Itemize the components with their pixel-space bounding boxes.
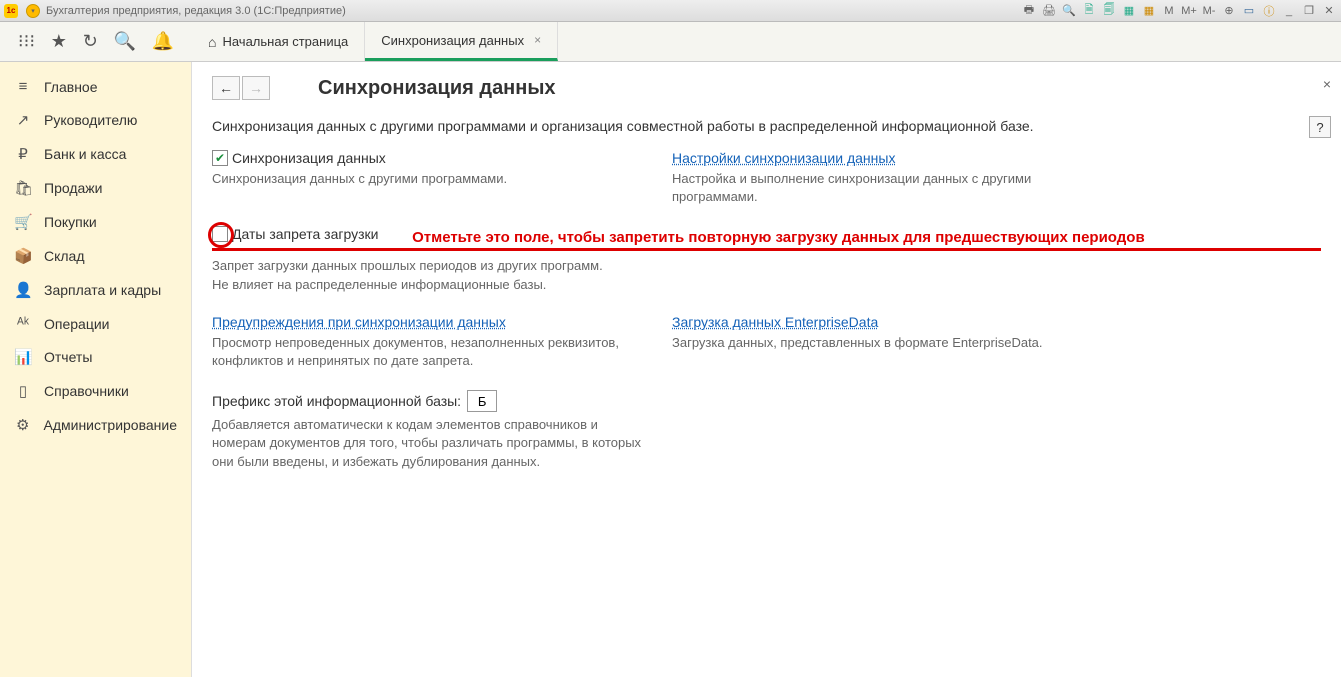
print2-icon[interactable]: 🖨 — [1041, 3, 1057, 19]
bell-icon[interactable]: 🔔 — [152, 31, 174, 52]
history-icon[interactable]: ↻ — [83, 31, 98, 52]
sidebar-item-catalogs[interactable]: ▯Справочники — [0, 374, 191, 408]
titlebar-icons: 🖶 🖨 🔍 🗎 🗐 ▦ ▦ M M+ M- ⊕ ▭ ⓘ _ ❐ ✕ — [1021, 3, 1337, 19]
dates-checkbox-label: Даты запрета загрузки — [232, 226, 378, 242]
page-title: Синхронизация данных — [318, 77, 556, 100]
sidebar-item-hr[interactable]: 👤Зарплата и кадры — [0, 273, 191, 307]
bag-icon: 🛍 — [14, 179, 32, 197]
window-title: Бухгалтерия предприятия, редакция 3.0 (1… — [46, 5, 346, 17]
dropdown-icon[interactable]: ▾ — [26, 4, 40, 18]
doc-icon[interactable]: 🗎 — [1081, 3, 1097, 19]
sidebar-item-operations[interactable]: ᴬᵏОперации — [0, 307, 191, 340]
chart-up-icon: ↗ — [14, 111, 32, 129]
content-area: × ? ← → Синхронизация данных Синхронизац… — [192, 62, 1341, 677]
prefix-label: Префикс этой информационной базы: — [212, 393, 461, 409]
sidebar-item-bank[interactable]: ₽Банк и касса — [0, 137, 191, 171]
close-window-icon[interactable]: ✕ — [1321, 3, 1337, 19]
sidebar: ≡Главное ↗Руководителю ₽Банк и касса 🛍Пр… — [0, 62, 192, 677]
minimize-icon[interactable]: _ — [1281, 3, 1297, 19]
load-link[interactable]: Загрузка данных EnterpriseData — [672, 314, 878, 330]
ruble-icon: ₽ — [14, 145, 32, 163]
operations-icon: ᴬᵏ — [14, 315, 32, 332]
sidebar-item-warehouse[interactable]: 📦Склад — [0, 239, 191, 273]
cart-icon: 🛒 — [14, 213, 32, 231]
sidebar-item-reports[interactable]: 📊Отчеты — [0, 340, 191, 374]
zoom-icon[interactable]: ⊕ — [1221, 3, 1237, 19]
app-icon: 1c — [4, 4, 18, 18]
gear-icon: ⚙ — [14, 416, 32, 434]
tabs: ⌂ Начальная страница Синхронизация данны… — [192, 22, 558, 61]
load-desc: Загрузка данных, представленных в формат… — [672, 334, 1092, 352]
sidebar-item-admin[interactable]: ⚙Администрирование — [0, 408, 191, 442]
book-icon: ▯ — [14, 382, 32, 400]
help-button[interactable]: ? — [1309, 116, 1331, 138]
sidebar-item-sales[interactable]: 🛍Продажи — [0, 171, 191, 205]
info-icon[interactable]: ⓘ — [1261, 3, 1277, 19]
mminus-icon[interactable]: M- — [1201, 3, 1217, 19]
sync-settings-desc: Настройка и выполнение синхронизации дан… — [672, 170, 1092, 206]
annotation-underline — [212, 248, 1321, 251]
close-tab-icon[interactable]: × — [534, 33, 541, 47]
sync-desc: Синхронизация данных с другими программа… — [212, 170, 632, 188]
nav-back-button[interactable]: ← — [212, 76, 240, 100]
close-page-icon[interactable]: × — [1323, 76, 1331, 92]
sidebar-item-manager[interactable]: ↗Руководителю — [0, 103, 191, 137]
prefix-desc: Добавляется автоматически к кодам элемен… — [212, 416, 652, 471]
sidebar-item-purchases[interactable]: 🛒Покупки — [0, 205, 191, 239]
window-titlebar: 1c ▾ Бухгалтерия предприятия, редакция 3… — [0, 0, 1341, 22]
calendar-icon[interactable]: ▦ — [1121, 3, 1137, 19]
tab-sync[interactable]: Синхронизация данных × — [365, 22, 558, 61]
annotation-text: Отметьте это поле, чтобы запретить повто… — [412, 229, 1145, 246]
sync-settings-link[interactable]: Настройки синхронизации данных — [672, 150, 895, 166]
print-icon[interactable]: 🖶 — [1021, 3, 1037, 19]
person-icon: 👤 — [14, 281, 32, 299]
home-icon: ⌂ — [208, 34, 216, 50]
top-toolbar: ⁝⁝⁝ ★ ↻ 🔍 🔔 ⌂ Начальная страница Синхрон… — [0, 22, 1341, 62]
m-icon[interactable]: M — [1161, 3, 1177, 19]
search-icon[interactable]: 🔍 — [114, 31, 136, 52]
dates-desc: Запрет загрузки данных прошлых периодов … — [212, 257, 1321, 293]
star-icon[interactable]: ★ — [51, 31, 67, 52]
warnings-link[interactable]: Предупреждения при синхронизации данных — [212, 314, 506, 330]
menu-icon: ≡ — [14, 78, 32, 95]
calendar31-icon[interactable]: ▦ — [1141, 3, 1157, 19]
tab-label: Синхронизация данных — [381, 33, 524, 48]
maximize-icon[interactable]: ❐ — [1301, 3, 1317, 19]
tool-block: ⁝⁝⁝ ★ ↻ 🔍 🔔 — [0, 22, 192, 61]
sync-checkbox[interactable] — [212, 150, 228, 166]
nav-forward-button[interactable]: → — [242, 76, 270, 100]
mplus-icon[interactable]: M+ — [1181, 3, 1197, 19]
page-intro: Синхронизация данных с другими программа… — [212, 118, 1321, 134]
barchart-icon: 📊 — [14, 348, 32, 366]
info-box-icon[interactable]: ▭ — [1241, 3, 1257, 19]
sync-checkbox-label: Синхронизация данных — [232, 150, 386, 166]
dates-checkbox[interactable] — [212, 226, 228, 242]
prefix-input[interactable] — [467, 390, 497, 412]
apps-grid-icon[interactable]: ⁝⁝⁝ — [18, 31, 35, 52]
box-icon: 📦 — [14, 247, 32, 265]
tab-home[interactable]: ⌂ Начальная страница — [192, 22, 365, 61]
sidebar-item-main[interactable]: ≡Главное — [0, 70, 191, 103]
copy-icon[interactable]: 🗐 — [1101, 3, 1117, 19]
preview-icon[interactable]: 🔍 — [1061, 3, 1077, 19]
tab-label: Начальная страница — [222, 34, 348, 49]
warnings-desc: Просмотр непроведенных документов, незап… — [212, 334, 632, 370]
